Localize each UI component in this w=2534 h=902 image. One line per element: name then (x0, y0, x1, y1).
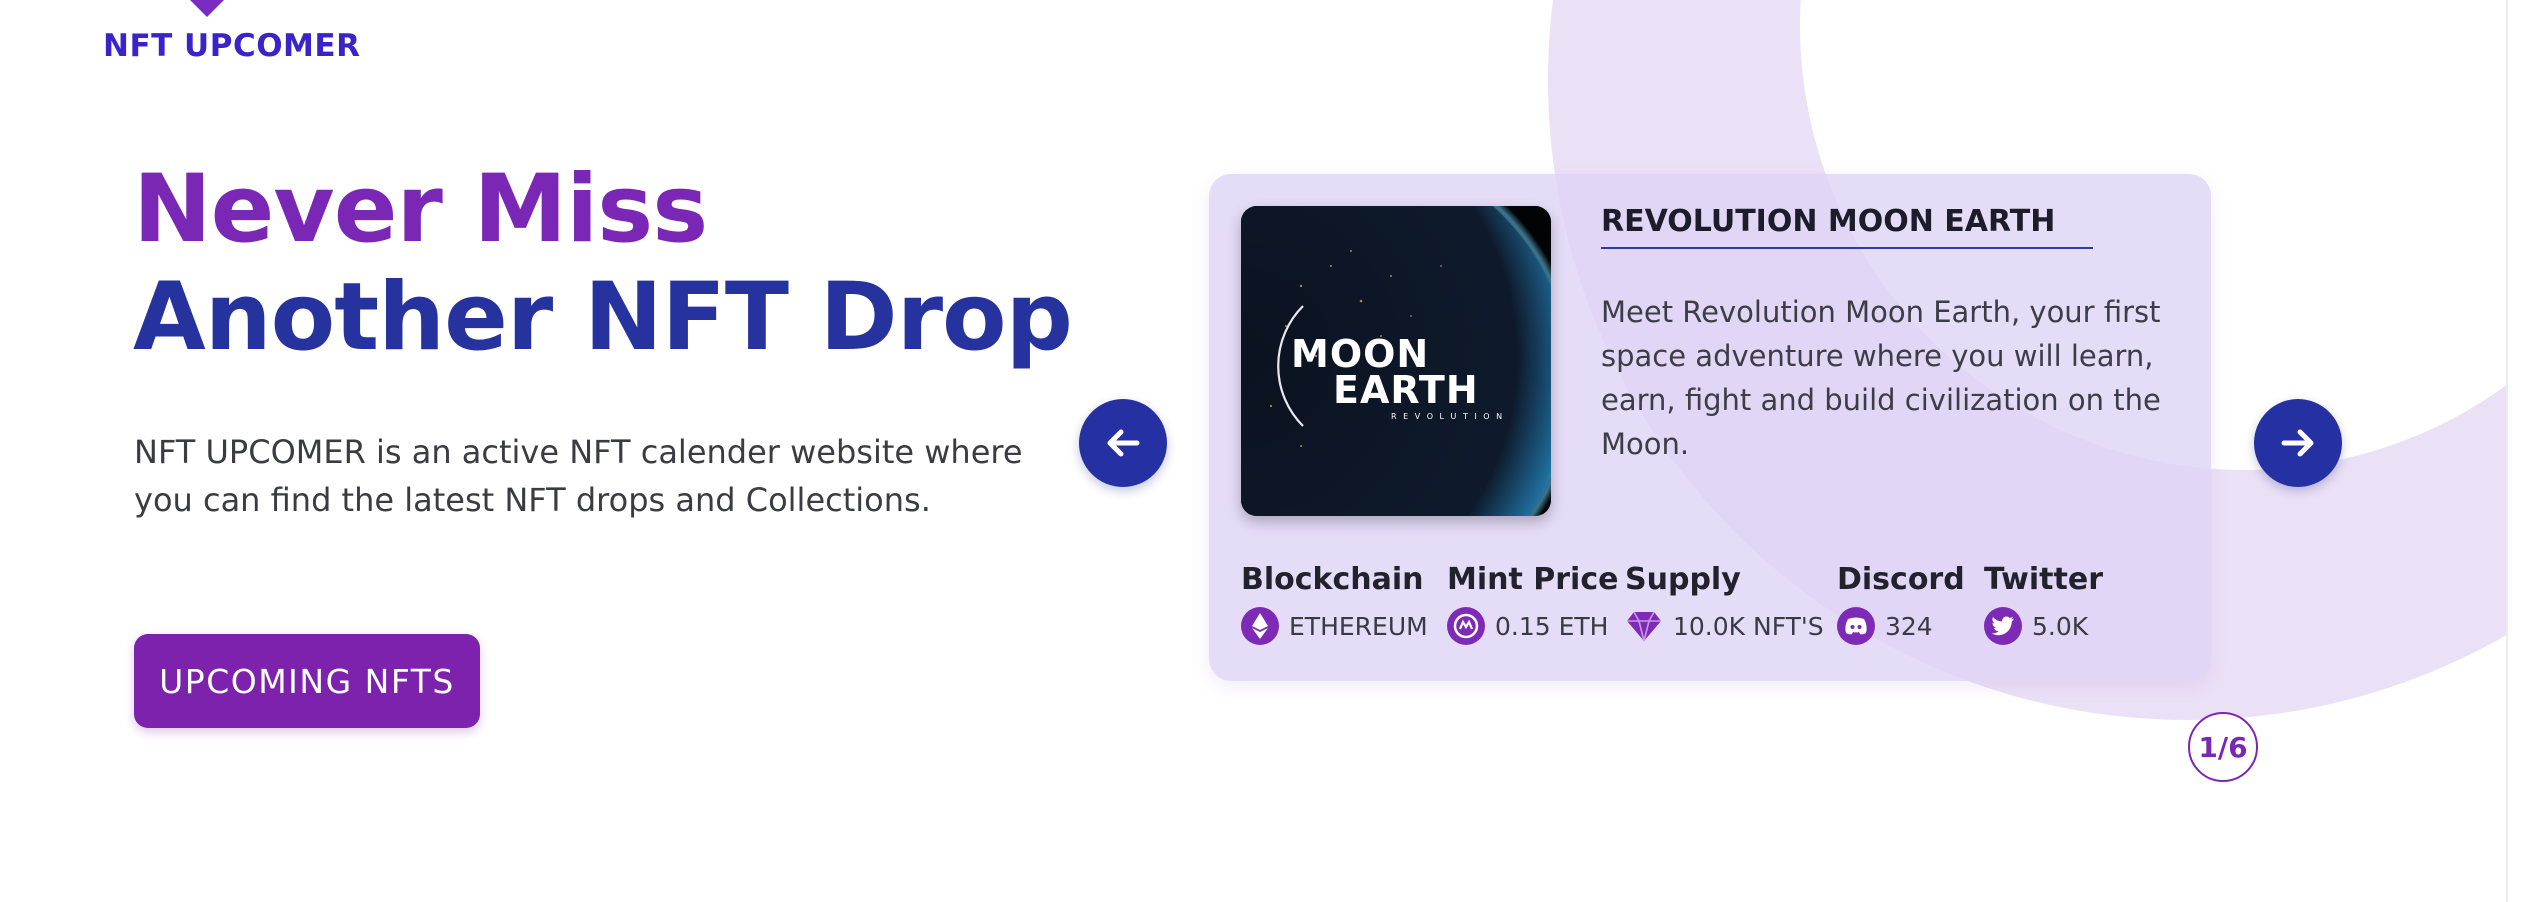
stat-label: Supply (1625, 562, 1741, 597)
upcoming-nfts-button[interactable]: UPCOMING NFTS (134, 634, 480, 728)
artwork-text-earth: EARTH (1333, 368, 1479, 412)
nft-description: Meet Revolution Moon Earth, your first s… (1601, 295, 2161, 461)
carousel-prev-button[interactable] (1079, 399, 1167, 487)
stat-label: Mint Price (1447, 562, 1619, 597)
hero-title: Never Miss Another NFT Drop (133, 155, 1073, 372)
carousel-counter: 1/6 (2188, 712, 2258, 782)
hero-title-line1: Never Miss (133, 155, 708, 264)
scrollbar-track[interactable] (2506, 0, 2534, 902)
arrow-right-icon (2281, 429, 2314, 457)
diamond-icon (1625, 607, 1663, 645)
hero-title-line2: Another NFT Drop (133, 263, 1073, 372)
stat-mint-price: Mint Price 0.15 ETH (1447, 562, 1618, 645)
stat-label: Discord (1837, 562, 1965, 597)
stat-value: ETHEREUM (1289, 611, 1428, 641)
nft-title[interactable]: REVOLUTION MOON EARTH (1601, 204, 2093, 249)
stat-blockchain: Blockchain ETHEREUM (1241, 562, 1428, 645)
hero-description: NFT UPCOMER is an active NFT calender we… (134, 433, 1023, 519)
stat-value: 0.15 ETH (1495, 611, 1609, 641)
stat-value: 5.0K (2032, 611, 2089, 641)
stat-label: Twitter (1984, 562, 2103, 597)
stat-discord[interactable]: Discord 324 (1837, 562, 1965, 645)
logo-gem-icon (190, 0, 224, 17)
twitter-icon (1984, 607, 2022, 645)
nft-image: MOON EARTH R E V O L U T I O N (1241, 206, 1551, 516)
carousel-next-button[interactable] (2254, 399, 2342, 487)
nft-card[interactable]: MOON EARTH R E V O L U T I O N REVOLUTIO… (1209, 174, 2211, 681)
arrow-left-icon (1107, 429, 1140, 457)
ethereum-icon (1241, 607, 1279, 645)
artwork-text-revolution: R E V O L U T I O N (1391, 412, 1505, 421)
stat-value: 10.0K NFT'S (1673, 611, 1824, 641)
coin-icon (1447, 607, 1485, 645)
artwork-text-moon: MOON (1291, 332, 1430, 376)
discord-icon (1837, 607, 1875, 645)
stat-supply: Supply 10.0K NFT'S (1625, 562, 1824, 645)
stat-twitter[interactable]: Twitter 5.0K (1984, 562, 2103, 645)
stat-label: Blockchain (1241, 562, 1424, 597)
page: NFT UPCOMER Never Miss Another NFT Drop … (0, 0, 2534, 902)
logo-text: NFT UPCOMER (103, 28, 361, 64)
stat-value: 324 (1885, 611, 1933, 641)
